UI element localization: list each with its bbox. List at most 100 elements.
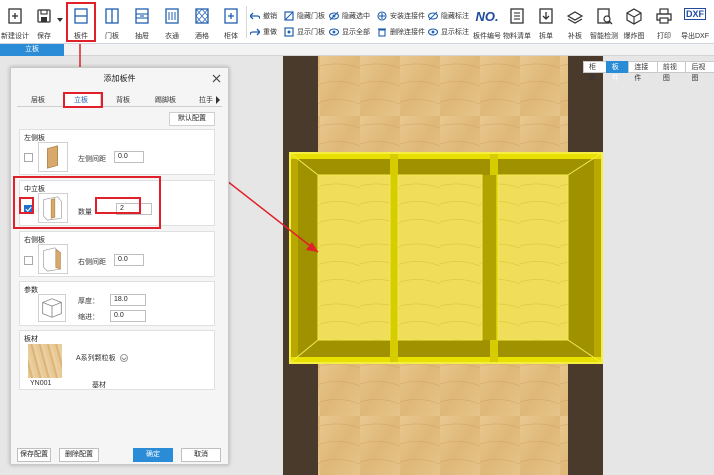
save-label: 保存 bbox=[37, 33, 51, 40]
right-gap-input[interactable]: 0.0 bbox=[114, 254, 144, 266]
hide-door-button[interactable]: 隐藏门板 bbox=[284, 9, 328, 23]
split-order-button[interactable]: 拆单 bbox=[532, 0, 560, 44]
redo-icon bbox=[249, 27, 261, 37]
close-icon[interactable] bbox=[212, 74, 221, 83]
tab-shelf[interactable]: 层板 bbox=[31, 95, 45, 105]
new-design-button[interactable]: 新建设计 bbox=[0, 0, 30, 44]
right-gap-label: 右侧间距 bbox=[78, 259, 106, 266]
split-order-icon bbox=[537, 7, 555, 25]
show-annotation-label: 显示标注 bbox=[441, 29, 469, 36]
toolbar-separator bbox=[246, 6, 247, 38]
document-tabstrip bbox=[0, 44, 714, 56]
hide-annotation-label: 隐藏标注 bbox=[441, 13, 469, 20]
undo-button[interactable]: 撤销 bbox=[249, 9, 282, 23]
delete-connector-label: 删除连接件 bbox=[390, 29, 425, 36]
wine-rack-button[interactable]: 酒格 bbox=[188, 0, 216, 44]
install-connector-label: 安装连接件 bbox=[390, 13, 425, 20]
left-side-section: 左侧板 左侧间距 0.0 bbox=[19, 129, 215, 175]
show-all-button[interactable]: 显示全部 bbox=[328, 25, 375, 39]
thickness-input[interactable]: 18.0 bbox=[110, 294, 146, 306]
view-cabinet-button[interactable]: 柜体 bbox=[583, 61, 607, 82]
supplement-board-label: 补板 bbox=[568, 33, 582, 40]
hide-annotation-button[interactable]: 隐藏标注 bbox=[427, 9, 472, 23]
hide-selected-button[interactable]: 隐藏选中 bbox=[328, 9, 375, 23]
board-button-highlight bbox=[66, 2, 96, 42]
wine-rack-label: 酒格 bbox=[195, 33, 209, 40]
hide-annotation-icon bbox=[427, 11, 439, 21]
save-dropdown-icon[interactable] bbox=[57, 16, 63, 22]
door-panel-button[interactable]: 门板 bbox=[98, 0, 126, 44]
drawer-button[interactable]: 抽屉 bbox=[128, 0, 156, 44]
params-section: 参数 厚度： 18.0 缩进： 0.0 bbox=[19, 281, 215, 326]
show-door-button[interactable]: 显示门板 bbox=[284, 25, 328, 39]
hanging-rail-icon bbox=[163, 7, 181, 25]
right-side-thumbnail bbox=[38, 244, 68, 274]
hide-door-icon bbox=[284, 11, 294, 21]
save-button[interactable]: 保存 bbox=[32, 0, 56, 44]
view-board-button[interactable]: 板件 bbox=[605, 61, 630, 82]
base-material-label: 基材 bbox=[92, 382, 106, 389]
checkbox-highlight bbox=[19, 197, 34, 214]
right-side-checkbox[interactable] bbox=[24, 256, 33, 265]
delete-config-button[interactable]: 删除配置 bbox=[59, 448, 99, 462]
shrink-input[interactable]: 0.0 bbox=[110, 310, 146, 322]
show-annotation-icon bbox=[427, 27, 439, 37]
delete-connector-button[interactable]: 删除连接件 bbox=[377, 25, 427, 39]
tab-kick-board[interactable]: 踢脚板 bbox=[155, 95, 176, 105]
cabinet-add-button[interactable]: 柜体 bbox=[218, 0, 244, 44]
view-front-button[interactable]: 前视图 bbox=[656, 61, 687, 82]
left-gap-input[interactable]: 0.0 bbox=[114, 151, 144, 163]
params-thumbnail bbox=[38, 294, 66, 322]
drawer-label: 抽屉 bbox=[135, 33, 149, 40]
view-connector-button[interactable]: 连接件 bbox=[628, 61, 658, 82]
print-button[interactable]: 打印 bbox=[650, 0, 678, 44]
install-connector-button[interactable]: 安装连接件 bbox=[377, 9, 427, 23]
default-config-button[interactable]: 默认配置 bbox=[169, 112, 215, 126]
material-select-value: A系列颗粒板 bbox=[76, 355, 116, 362]
hanging-rail-button[interactable]: 衣通 bbox=[158, 0, 186, 44]
hide-door-label: 隐藏门板 bbox=[297, 13, 325, 20]
material-select[interactable]: A系列颗粒板 bbox=[76, 352, 128, 364]
dialog-title: 添加板件 bbox=[103, 74, 136, 83]
redo-button[interactable]: 重做 bbox=[249, 25, 282, 39]
tab-vertical-board[interactable]: 立板 bbox=[0, 44, 64, 56]
smart-check-icon bbox=[595, 7, 613, 25]
board-number-button[interactable]: NO. 板件编号 bbox=[472, 0, 502, 44]
undo-icon bbox=[249, 11, 261, 21]
smart-check-label: 智能检测 bbox=[590, 33, 618, 40]
show-all-label: 显示全部 bbox=[342, 29, 370, 36]
split-order-label: 拆单 bbox=[539, 33, 553, 40]
exploded-view-button[interactable]: 爆炸图 bbox=[619, 0, 649, 44]
view-switch: 柜体 板件 连接件 前视图 后视图 bbox=[583, 61, 714, 82]
left-side-thumbnail bbox=[38, 142, 68, 172]
door-panel-icon bbox=[103, 7, 121, 25]
tab-handle[interactable]: 拉手 bbox=[199, 95, 213, 105]
export-dxf-button[interactable]: DXF 导出DXF bbox=[678, 0, 712, 44]
export-dxf-label: 导出DXF bbox=[681, 33, 709, 40]
show-annotation-button[interactable]: 显示标注 bbox=[427, 25, 472, 39]
show-door-label: 显示门板 bbox=[297, 29, 325, 36]
left-side-checkbox[interactable] bbox=[24, 153, 33, 162]
redo-label: 重做 bbox=[263, 29, 277, 36]
smart-check-button[interactable]: 智能检测 bbox=[589, 0, 619, 44]
drawer-icon bbox=[133, 7, 151, 25]
save-config-button[interactable]: 保存配置 bbox=[17, 448, 51, 462]
shrink-label: 缩进： bbox=[78, 314, 99, 321]
supplement-board-button[interactable]: 补板 bbox=[561, 0, 589, 44]
params-title: 参数 bbox=[24, 287, 38, 294]
cancel-button[interactable]: 取消 bbox=[181, 448, 221, 462]
new-design-label: 新建设计 bbox=[1, 33, 29, 40]
material-list-button[interactable]: 物料清单 bbox=[502, 0, 532, 44]
ok-button[interactable]: 确定 bbox=[133, 448, 173, 462]
chevron-down-icon bbox=[120, 354, 128, 362]
right-side-section: 右侧板 右侧间距 0.0 bbox=[19, 231, 215, 277]
tab-highlight bbox=[63, 92, 103, 108]
hide-selected-label: 隐藏选中 bbox=[342, 13, 370, 20]
install-connector-icon bbox=[377, 11, 387, 21]
material-swatch[interactable] bbox=[28, 344, 62, 378]
tab-back-board[interactable]: 背板 bbox=[116, 95, 130, 105]
exploded-view-icon bbox=[625, 7, 643, 25]
view-back-button[interactable]: 后视图 bbox=[685, 61, 714, 82]
board-number-glyph: NO. bbox=[475, 9, 499, 24]
tab-scroll-right-icon[interactable] bbox=[215, 96, 221, 104]
